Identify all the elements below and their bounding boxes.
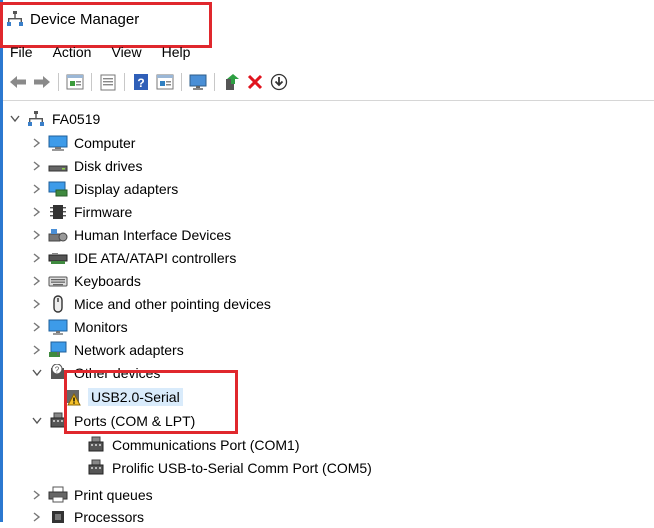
tree-item-label: USB2.0-Serial — [88, 388, 183, 406]
tree-item-label: Ports (COM & LPT) — [74, 413, 196, 429]
toolbar-separator — [124, 73, 125, 91]
title-bar: Device Manager — [6, 8, 139, 30]
chevron-right-icon[interactable] — [32, 229, 42, 241]
network-adapter-icon — [48, 341, 68, 359]
chevron-right-icon[interactable] — [32, 321, 42, 333]
tree-item-label: Communications Port (COM1) — [112, 437, 300, 453]
tree-item-display-adapters[interactable]: Display adapters — [32, 178, 178, 200]
chevron-right-icon[interactable] — [32, 206, 42, 218]
action-pane-icon[interactable] — [155, 72, 175, 92]
chevron-down-icon[interactable] — [10, 113, 20, 125]
tree-item-label: Computer — [74, 135, 136, 151]
download-icon[interactable] — [269, 72, 289, 92]
tree-item-com5[interactable]: Prolific USB-to-Serial Comm Port (COM5) — [86, 457, 372, 479]
computer-icon — [48, 134, 68, 152]
chevron-down-icon[interactable] — [32, 367, 42, 379]
tree-root-label: FA0519 — [52, 111, 101, 127]
tree-item-label: Print queues — [74, 487, 153, 503]
svg-text:?: ? — [55, 366, 60, 375]
show-hidden-icon[interactable] — [98, 72, 118, 92]
tree-item-label: Prolific USB-to-Serial Comm Port (COM5) — [112, 460, 372, 476]
monitor-icon — [48, 318, 68, 336]
tree-item-usb2-serial[interactable]: USB2.0-Serial — [62, 386, 183, 408]
tree-item-label: IDE ATA/ATAPI controllers — [74, 250, 237, 266]
tree-item-label: Keyboards — [74, 273, 141, 289]
back-icon[interactable] — [8, 72, 28, 92]
tree-item-processors[interactable]: Processors — [32, 506, 144, 528]
tree-item-keyboards[interactable]: Keyboards — [32, 270, 141, 292]
tree-item-label: Monitors — [74, 319, 128, 335]
update-driver-icon[interactable] — [221, 72, 241, 92]
window-left-border — [0, 0, 3, 522]
disk-drive-icon — [48, 157, 68, 175]
toolbar-separator — [181, 73, 182, 91]
chevron-right-icon[interactable] — [32, 137, 42, 149]
toolbar: ? — [8, 70, 293, 94]
tree-item-mice[interactable]: Mice and other pointing devices — [32, 293, 271, 315]
tree-item-print-queues[interactable]: Print queues — [32, 484, 153, 506]
firmware-icon — [48, 203, 68, 221]
toolbar-divider — [3, 100, 654, 101]
mouse-icon — [48, 295, 68, 313]
window-title: Device Manager — [30, 10, 140, 28]
other-devices-icon: ? — [48, 364, 68, 382]
tree-item-label: Human Interface Devices — [74, 227, 232, 243]
tree-item-label: Mice and other pointing devices — [74, 296, 271, 312]
tree-item-label: Processors — [74, 509, 145, 525]
menu-view[interactable]: View — [111, 44, 141, 62]
keyboard-icon — [48, 272, 68, 290]
computer-network-icon — [26, 110, 46, 128]
chevron-right-icon[interactable] — [32, 489, 42, 501]
tree-root[interactable]: FA0519 — [10, 108, 100, 130]
port-icon — [48, 412, 68, 430]
svg-text:?: ? — [137, 76, 144, 90]
chevron-right-icon[interactable] — [32, 160, 42, 172]
menu-action[interactable]: Action — [53, 44, 92, 62]
port-icon — [86, 436, 106, 454]
properties-icon[interactable] — [65, 72, 85, 92]
chevron-right-icon[interactable] — [32, 252, 42, 264]
toolbar-separator — [91, 73, 92, 91]
warning-device-icon — [62, 388, 82, 406]
menu-file[interactable]: File — [10, 44, 33, 62]
toolbar-separator — [58, 73, 59, 91]
help-icon[interactable]: ? — [131, 72, 151, 92]
menu-bar: File Action View Help — [10, 44, 210, 62]
tree-item-label: Display adapters — [74, 181, 179, 197]
tree-item-computer[interactable]: Computer — [32, 132, 135, 154]
tree-item-other-devices[interactable]: ? Other devices — [32, 362, 160, 384]
tree-item-label: Disk drives — [74, 158, 143, 174]
chevron-right-icon[interactable] — [32, 298, 42, 310]
processor-icon — [48, 508, 68, 526]
chevron-right-icon[interactable] — [32, 511, 42, 523]
monitor-icon[interactable] — [188, 72, 208, 92]
chevron-right-icon[interactable] — [32, 344, 42, 356]
tree-item-network-adapters[interactable]: Network adapters — [32, 339, 184, 361]
chevron-right-icon[interactable] — [32, 275, 42, 287]
tree-item-firmware[interactable]: Firmware — [32, 201, 132, 223]
tree-item-label: Firmware — [74, 204, 133, 220]
tree-item-label: Other devices — [74, 365, 161, 381]
tree-item-ports[interactable]: Ports (COM & LPT) — [32, 410, 195, 432]
tree-item-monitors[interactable]: Monitors — [32, 316, 128, 338]
forward-icon[interactable] — [32, 72, 52, 92]
ide-controller-icon — [48, 249, 68, 267]
chevron-right-icon[interactable] — [32, 183, 42, 195]
tree-item-disk-drives[interactable]: Disk drives — [32, 155, 142, 177]
toolbar-separator — [214, 73, 215, 91]
chevron-down-icon[interactable] — [32, 415, 42, 427]
uninstall-icon[interactable] — [245, 72, 265, 92]
tree-item-label: Network adapters — [74, 342, 184, 358]
hid-icon — [48, 226, 68, 244]
menu-help[interactable]: Help — [162, 44, 191, 62]
printer-icon — [48, 486, 68, 504]
tree-item-com1[interactable]: Communications Port (COM1) — [86, 434, 300, 456]
display-adapter-icon — [48, 180, 68, 198]
port-icon — [86, 459, 106, 477]
device-manager-icon — [7, 11, 23, 26]
tree-item-human-interface-devices[interactable]: Human Interface Devices — [32, 224, 231, 246]
tree-item-ide-controllers[interactable]: IDE ATA/ATAPI controllers — [32, 247, 236, 269]
